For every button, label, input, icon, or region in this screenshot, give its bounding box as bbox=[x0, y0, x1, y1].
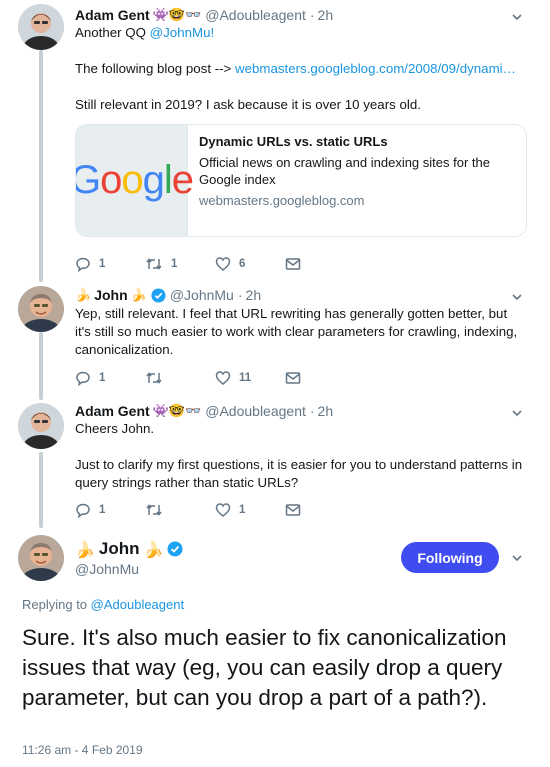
direct-message-icon bbox=[285, 372, 301, 384]
tweet-text-part: Cheers John. bbox=[75, 421, 155, 436]
direct-message-button[interactable] bbox=[285, 371, 355, 385]
reply-count: 1 bbox=[99, 258, 106, 270]
reply-button[interactable]: 1 bbox=[75, 256, 145, 272]
like-icon bbox=[215, 371, 231, 385]
direct-message-icon bbox=[285, 258, 301, 270]
tweet-text-part: Yep, still relevant. I feel that URL rew… bbox=[75, 306, 518, 357]
tweet-text-part: Just to clarify my first questions, it i… bbox=[75, 457, 523, 490]
replying-to-handle[interactable]: @Adoubleagent bbox=[91, 597, 184, 612]
tweet-actions: 1 11 bbox=[75, 370, 355, 386]
main-handle-line: @JohnMu bbox=[75, 561, 139, 577]
chevron-down-icon[interactable] bbox=[510, 290, 524, 304]
replying-to: Replying to @Adoubleagent bbox=[22, 597, 184, 612]
avatar-john[interactable] bbox=[18, 535, 64, 581]
tweet-header: Adam Gent 👾🤓👓 @Adoubleagent · 2h bbox=[75, 7, 333, 23]
chevron-down-icon[interactable] bbox=[510, 551, 524, 565]
replying-to-label: Replying to bbox=[22, 597, 91, 612]
tweet-text: Another QQ @JohnMu! The following blog p… bbox=[75, 24, 525, 114]
retweet-icon bbox=[146, 258, 162, 270]
direct-message-button[interactable] bbox=[285, 257, 355, 271]
link-card[interactable]: Google Dynamic URLs vs. static URLs Offi… bbox=[75, 124, 527, 237]
author-emoji: 👾🤓👓 bbox=[152, 403, 202, 419]
reply-button[interactable]: 1 bbox=[75, 370, 145, 386]
card-domain: webmasters.googleblog.com bbox=[199, 193, 365, 208]
tweet-timestamp[interactable]: 11:26 am - 4 Feb 2019 bbox=[22, 743, 143, 757]
like-count: 1 bbox=[239, 504, 246, 516]
like-count: 11 bbox=[239, 372, 252, 384]
retweet-icon bbox=[146, 372, 162, 384]
separator-dot: · bbox=[237, 287, 243, 303]
author-handle[interactable]: @JohnMu bbox=[75, 561, 139, 577]
tweet-text: Cheers John. Just to clarify my first qu… bbox=[75, 420, 525, 492]
author-emoji: 🍌 bbox=[130, 287, 147, 303]
main-tweet-text: Sure. It's also much easier to fix canon… bbox=[22, 625, 507, 710]
tweet-text-part: Still relevant in 2019? I ask because it… bbox=[75, 97, 421, 112]
verified-icon bbox=[151, 287, 166, 303]
retweet-icon bbox=[146, 504, 162, 516]
tweet-time[interactable]: 2h bbox=[318, 7, 334, 23]
tweet-header: 🍌 John 🍌 @JohnMu · 2h bbox=[75, 287, 261, 303]
thread-line bbox=[39, 452, 43, 528]
like-icon bbox=[215, 257, 231, 271]
card-image-google-logo: Google bbox=[76, 125, 194, 236]
reply-icon bbox=[76, 371, 90, 386]
like-button[interactable]: 11 bbox=[215, 370, 285, 386]
like-count: 6 bbox=[239, 258, 246, 270]
main-author-line[interactable]: 🍌 John 🍌 bbox=[75, 539, 183, 559]
retweet-button[interactable]: 1 bbox=[145, 256, 215, 272]
reply-icon bbox=[76, 257, 90, 272]
author-name[interactable]: Adam Gent bbox=[75, 403, 150, 419]
tweet-actions: 1 1 6 bbox=[75, 256, 355, 272]
avatar-john[interactable] bbox=[18, 286, 64, 332]
verified-icon bbox=[167, 541, 183, 557]
avatar-adam[interactable] bbox=[18, 403, 64, 449]
retweet-button[interactable] bbox=[145, 502, 215, 518]
google-logo: Google bbox=[76, 158, 194, 202]
author-handle[interactable]: @JohnMu bbox=[170, 287, 234, 303]
separator-dot: · bbox=[309, 403, 315, 419]
tweet-header: Adam Gent 👾🤓👓 @Adoubleagent · 2h bbox=[75, 403, 333, 419]
like-button[interactable]: 6 bbox=[215, 256, 285, 272]
tweet-text-part: The following blog post --> bbox=[75, 61, 236, 76]
reply-button[interactable]: 1 bbox=[75, 502, 145, 518]
card-title: Dynamic URLs vs. static URLs bbox=[199, 134, 388, 149]
tweet-actions: 1 1 bbox=[75, 502, 355, 518]
direct-message-button[interactable] bbox=[285, 503, 355, 517]
author-handle[interactable]: @Adoubleagent bbox=[205, 7, 306, 23]
url-link[interactable]: webmasters.googleblog.com/2008/09/dynami… bbox=[235, 61, 516, 76]
separator-dot: · bbox=[309, 7, 315, 23]
thread-line bbox=[39, 50, 43, 282]
author-handle[interactable]: @Adoubleagent bbox=[205, 403, 306, 419]
author-name[interactable]: Adam Gent bbox=[75, 7, 150, 23]
tweet-time[interactable]: 2h bbox=[246, 287, 262, 303]
author-name[interactable]: John bbox=[94, 287, 127, 303]
tweet-text-part: Another QQ bbox=[75, 25, 150, 40]
reply-count: 1 bbox=[99, 372, 106, 384]
avatar-adam[interactable] bbox=[18, 4, 64, 50]
like-button[interactable]: 1 bbox=[215, 502, 285, 518]
author-emoji: 🍌 bbox=[75, 287, 92, 303]
card-description: Official news on crawling and indexing s… bbox=[199, 155, 490, 187]
thread-line bbox=[39, 332, 43, 400]
author-emoji: 🍌 bbox=[75, 539, 95, 559]
tweet-text: Yep, still relevant. I feel that URL rew… bbox=[75, 305, 525, 359]
chevron-down-icon[interactable] bbox=[510, 406, 524, 420]
retweet-count: 1 bbox=[171, 258, 178, 270]
mention-link[interactable]: @JohnMu! bbox=[150, 25, 215, 40]
reply-count: 1 bbox=[99, 504, 106, 516]
author-name[interactable]: John bbox=[99, 539, 140, 559]
tweet-time[interactable]: 2h bbox=[318, 403, 334, 419]
retweet-button[interactable] bbox=[145, 370, 215, 386]
like-icon bbox=[215, 503, 231, 517]
direct-message-icon bbox=[285, 504, 301, 516]
author-emoji: 👾🤓👓 bbox=[152, 7, 202, 23]
reply-icon bbox=[76, 503, 90, 518]
following-button[interactable]: Following bbox=[401, 542, 499, 573]
author-emoji: 🍌 bbox=[143, 539, 164, 559]
chevron-down-icon[interactable] bbox=[510, 10, 524, 24]
